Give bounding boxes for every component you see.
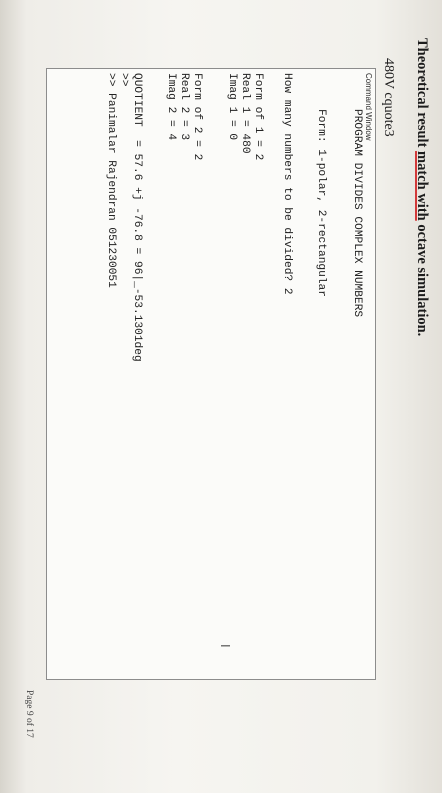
page-number: Page 9 of 17	[24, 690, 34, 738]
output-line: Real 1 = 480	[239, 73, 251, 154]
title-part-2: octave simulation.	[414, 220, 430, 337]
output-line: How many numbers to be divided? 2	[281, 73, 293, 295]
text-cursor-icon: I	[218, 644, 233, 648]
title-underlined-part: match with	[414, 151, 430, 221]
command-window-output[interactable]: PROGRAM DIVIDES COMPLEX NUMBERS Form: 1-…	[47, 69, 375, 679]
document-title: Theoretical result match with octave sim…	[413, 38, 430, 336]
rotated-page: Theoretical result match with octave sim…	[0, 0, 442, 793]
command-window[interactable]: Command Window PROGRAM DIVIDES COMPLEX N…	[46, 68, 376, 680]
title-part-1: Theoretical result	[414, 38, 430, 152]
output-line: Form: 1-polar, 2-rectangular	[315, 109, 327, 297]
prompt-line[interactable]: >>	[118, 73, 130, 86]
output-line: PROGRAM DIVIDES COMPLEX NUMBERS	[351, 109, 363, 318]
output-line: Imag 1 = 0	[226, 73, 238, 141]
output-line: Form of 1 = 2	[252, 73, 264, 161]
prompt-line[interactable]: >> Panimalar Rajendran 051230051	[105, 73, 117, 288]
output-line: Imag 2 = 4	[165, 73, 177, 141]
output-line: Form of 2 = 2	[191, 73, 203, 161]
output-line: QUOTIENT = 57.6 +j -76.8 = 96|_-53.1301d…	[131, 73, 143, 362]
subheading: 480V cquote3	[381, 58, 396, 137]
output-line: Real 2 = 3	[178, 73, 190, 141]
